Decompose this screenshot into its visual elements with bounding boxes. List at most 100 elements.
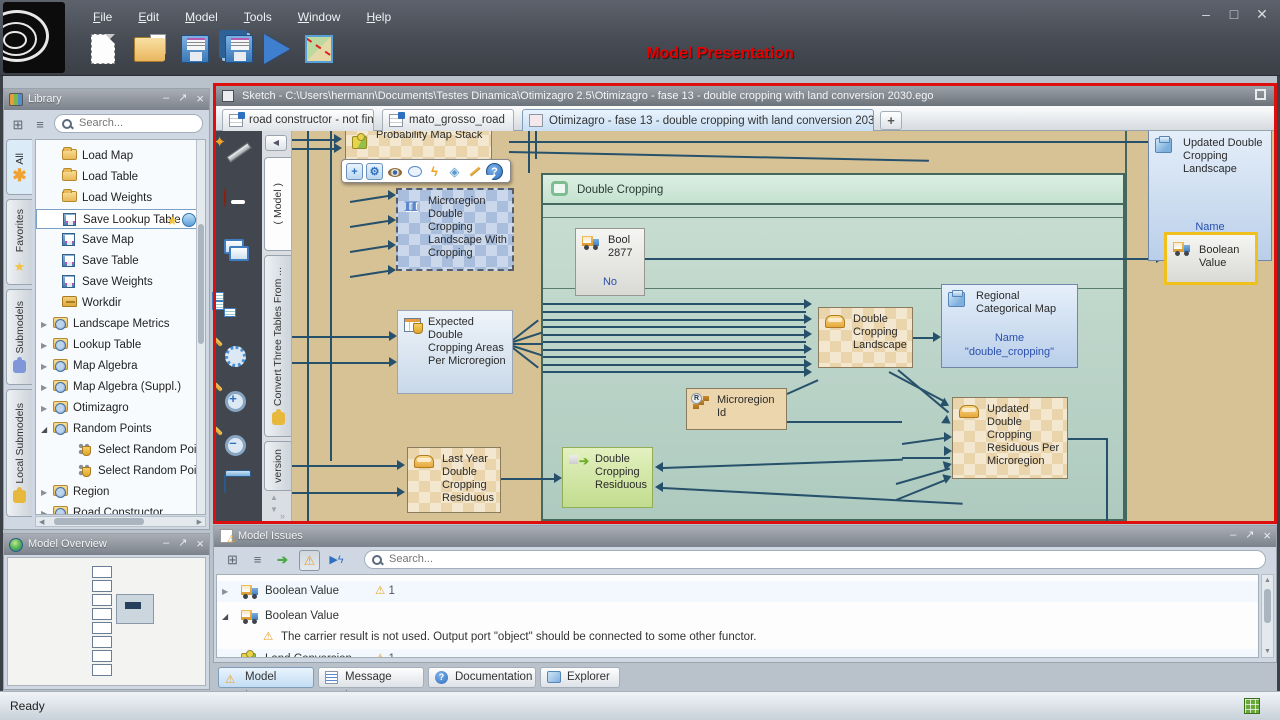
expander-icon[interactable]	[41, 482, 47, 503]
tree-view-button[interactable]: ⊞	[222, 550, 243, 571]
minimize-icon[interactable]	[1230, 526, 1236, 547]
menu-help[interactable]: Help	[355, 8, 402, 26]
functor-boolean-value[interactable]: Boolean Value	[1164, 232, 1258, 285]
tab-otimizagro-fase-13[interactable]: Otimizagro - fase 13 - double cropping w…	[522, 109, 874, 131]
issues-scrollbar[interactable]: ▲▼	[1261, 574, 1274, 658]
more-tabs-icon[interactable]: »	[280, 511, 285, 521]
list-view-button[interactable]: ≡	[247, 550, 268, 571]
tab-local-submodels[interactable]: Local Submodels	[6, 389, 32, 517]
eye-icon[interactable]	[386, 163, 403, 180]
menu-tools[interactable]: Tools	[233, 8, 283, 26]
tab-version[interactable]: version	[264, 441, 291, 491]
lightning-icon[interactable]: ϟ	[426, 163, 443, 180]
add-icon[interactable]: +	[346, 163, 363, 180]
close-icon[interactable]: ✕	[1254, 6, 1270, 23]
menu-window[interactable]: Window	[287, 8, 352, 26]
issue-row-boolean-value-1[interactable]: Boolean Value 1	[217, 581, 1258, 602]
expander-icon[interactable]	[222, 649, 228, 658]
menu-model[interactable]: Model	[174, 8, 229, 26]
library-item-lookup-table[interactable]: Lookup Table	[36, 335, 205, 356]
info-badge-icon[interactable]	[182, 213, 196, 227]
scroll-down-icon[interactable]: ▼	[270, 505, 278, 514]
run-model-button[interactable]	[258, 30, 296, 68]
container-tool-button[interactable]	[224, 475, 254, 507]
menu-file[interactable]: File	[82, 8, 123, 26]
tab-submodels[interactable]: Submodels	[6, 289, 32, 385]
run-check-button[interactable]: ▶ϟ	[326, 550, 347, 571]
functor-bool-2877[interactable]: Bool 2877 No	[575, 228, 645, 296]
library-item-map-algebra[interactable]: Map Algebra	[36, 356, 205, 377]
functor-double-cropping-landscape[interactable]: Double Cropping Landscape	[818, 307, 913, 368]
overview-thumbnail[interactable]	[7, 557, 206, 686]
float-icon[interactable]	[178, 89, 187, 110]
expander-icon[interactable]	[41, 398, 47, 419]
remove-button[interactable]	[224, 189, 254, 221]
library-item-load-weights[interactable]: Load Weights	[36, 188, 205, 209]
float-icon[interactable]	[178, 534, 187, 555]
maximize-icon[interactable]: □	[1226, 6, 1242, 23]
library-item-region[interactable]: Region	[36, 482, 205, 503]
library-item-load-map[interactable]: Load Map	[36, 146, 205, 167]
cube-icon[interactable]: ◈	[446, 163, 463, 180]
expander-icon[interactable]	[41, 335, 47, 356]
model-canvas[interactable]: Double Cropping	[292, 131, 1274, 521]
favorite-star-icon[interactable]	[166, 210, 178, 231]
functor-updated-double-cropping-residuous[interactable]: Updated Double Cropping Residuous Per Mi…	[952, 397, 1068, 479]
wand-icon[interactable]	[466, 163, 483, 180]
library-item-save-weights[interactable]: Save Weights	[36, 272, 205, 293]
zoom-fit-button[interactable]	[224, 345, 254, 377]
minimize-icon[interactable]: –	[1198, 6, 1214, 23]
close-icon[interactable]	[1263, 526, 1271, 547]
library-search-input[interactable]	[77, 116, 196, 130]
new-tab-button[interactable]: +	[880, 111, 902, 130]
library-item-map-algebra-suppl[interactable]: Map Algebra (Suppl.)	[36, 377, 205, 398]
zoom-in-button[interactable]: +	[224, 390, 254, 422]
new-model-button[interactable]	[84, 30, 122, 68]
expander-icon[interactable]	[41, 419, 47, 440]
issue-row-land-conversion[interactable]: Land Conversion 1	[217, 649, 1258, 658]
maximize-icon[interactable]	[1255, 89, 1266, 100]
horizontal-scrollbar[interactable]	[35, 516, 206, 527]
issue-row-boolean-value-2[interactable]: Boolean Value	[217, 606, 1258, 627]
library-item-load-table[interactable]: Load Table	[36, 167, 205, 188]
bottom-tab-documentation[interactable]: ? Documentation	[428, 667, 536, 688]
bottom-tab-model-issues[interactable]: Model Issues	[218, 667, 314, 688]
expander-icon[interactable]	[41, 314, 47, 335]
tab-mato-grosso-road[interactable]: mato_grosso_road	[382, 109, 514, 131]
close-icon[interactable]	[196, 89, 204, 110]
tab-convert-three-tables[interactable]: Convert Three Tables From ...	[264, 255, 291, 437]
save-model-button[interactable]	[176, 30, 214, 68]
scroll-up-icon[interactable]: ▲	[270, 493, 278, 502]
wand-tool-button[interactable]	[224, 139, 254, 171]
cascade-button[interactable]	[224, 239, 254, 271]
minimize-icon[interactable]	[163, 89, 169, 110]
issues-search-input[interactable]	[387, 552, 1259, 566]
tab-road-constructor[interactable]: road constructor - not final	[222, 109, 374, 131]
library-item-save-table[interactable]: Save Table	[36, 251, 205, 272]
close-icon[interactable]	[196, 534, 204, 555]
expander-icon[interactable]	[41, 503, 47, 515]
library-item-select-random-points[interactable]: Select Random Points	[36, 461, 205, 482]
expander-icon[interactable]	[222, 581, 228, 602]
tab-favorites[interactable]: Favorites	[6, 199, 32, 285]
expander-icon[interactable]	[41, 356, 47, 377]
comment-icon[interactable]	[406, 163, 423, 180]
functor-microregion-double-cropping-landscape[interactable]: π Microregion Double Cropping Landscape …	[396, 188, 514, 271]
library-item-random-points[interactable]: Random Points	[36, 419, 205, 440]
zoom-out-button[interactable]: –	[224, 434, 254, 466]
expander-icon[interactable]	[222, 606, 228, 627]
functor-expected-double-cropping-areas[interactable]: Expected Double Cropping Areas Per Micro…	[397, 310, 513, 394]
library-item-select-random-point[interactable]: Select Random Point	[36, 440, 205, 461]
list-view-button[interactable]: ≡	[30, 114, 50, 134]
vertical-scrollbar[interactable]	[196, 140, 205, 514]
functor-microregion-id[interactable]: Microregion Id	[686, 388, 787, 430]
library-item-save-lookup-table[interactable]: Save Lookup Table	[36, 209, 205, 229]
goto-button[interactable]: ➔	[272, 550, 293, 571]
save-all-button[interactable]	[220, 30, 258, 68]
minimize-icon[interactable]	[163, 534, 169, 555]
map-viewer-button[interactable]	[300, 30, 338, 68]
functor-regional-categorical-map[interactable]: Regional Categorical Map Name "double_cr…	[941, 284, 1078, 368]
expander-icon[interactable]	[41, 377, 47, 398]
library-item-landscape-metrics[interactable]: Landscape Metrics	[36, 314, 205, 335]
library-item-road-constructor[interactable]: Road Constructor	[36, 503, 205, 515]
